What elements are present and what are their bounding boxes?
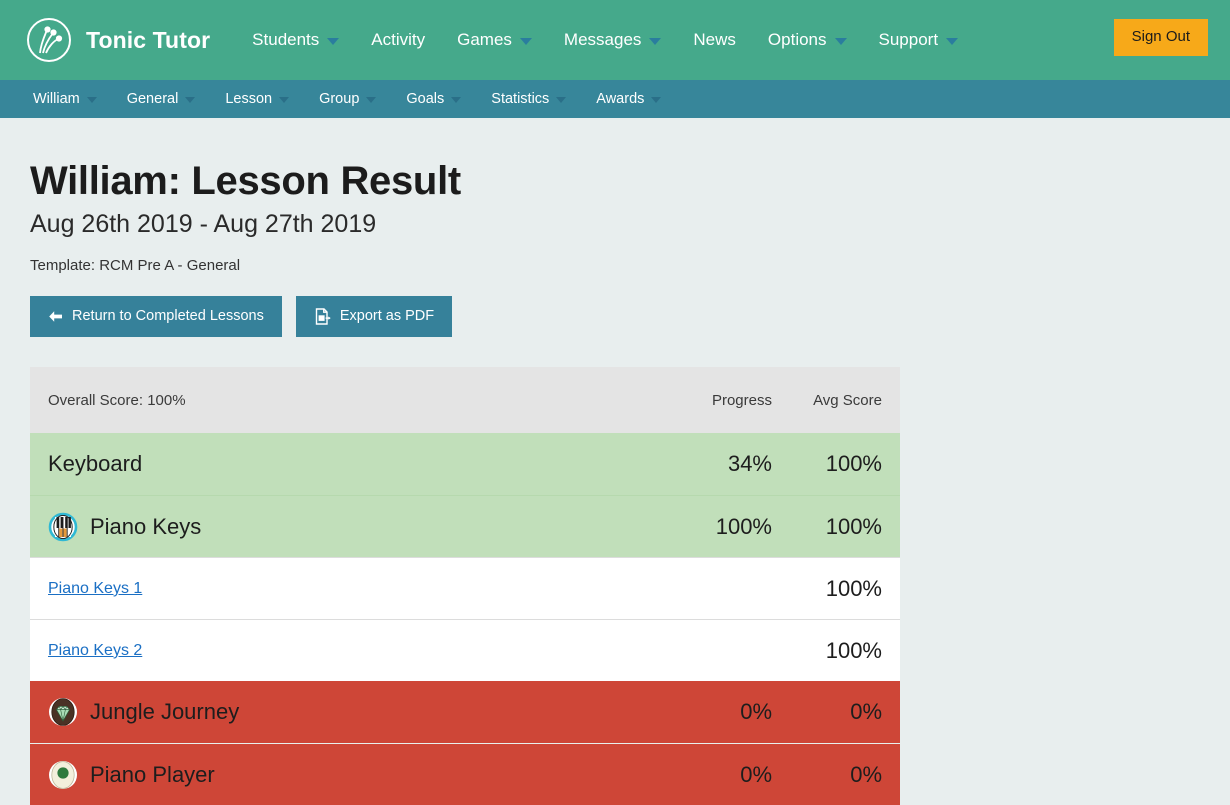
piano-player-game-icon <box>48 760 78 790</box>
sub-navigation-bar: William General Lesson Group Goals Stati… <box>0 80 1230 118</box>
table-row: Piano Player 0% 0% <box>30 743 900 805</box>
subnav-item-goals[interactable]: Goals <box>391 80 476 118</box>
nav-item-news[interactable]: News <box>677 0 752 80</box>
row-name: Piano Keys 1 <box>30 580 680 598</box>
column-header-avg-score: Avg Score <box>813 391 882 409</box>
nav-item-label: Students <box>252 30 320 49</box>
lesson-date-range: Aug 26th 2019 - Aug 27th 2019 <box>30 210 377 239</box>
row-avg-score: 100% <box>825 575 882 601</box>
return-to-completed-lessons-button[interactable]: Return to Completed Lessons <box>30 296 282 338</box>
top-navigation-bar: Tonic Tutor Students Activity Games Mess… <box>0 0 1230 80</box>
action-button-row: Return to Completed Lessons Export as PD… <box>30 296 1200 338</box>
file-export-icon <box>314 308 331 325</box>
row-progress: 100% <box>715 513 772 539</box>
nav-item-games[interactable]: Games <box>441 0 548 80</box>
chevron-down-icon <box>279 97 290 103</box>
column-header-progress: Progress <box>711 391 772 409</box>
subnav-item-label: Group <box>319 91 360 107</box>
chevron-down-icon <box>185 97 196 103</box>
subnav-item-label: Lesson <box>225 91 273 107</box>
subnav-item-general[interactable]: General <box>112 80 211 118</box>
chevron-down-icon <box>649 38 662 45</box>
nav-item-label: Games <box>457 30 512 49</box>
subnav-item-label: Goals <box>406 91 445 107</box>
results-table-header-row: Overall Score: 100% Progress Avg Score <box>30 367 900 434</box>
subnav-item-label: Awards <box>596 91 645 107</box>
export-as-pdf-button[interactable]: Export as PDF <box>295 296 453 338</box>
row-progress: 34% <box>727 451 772 477</box>
row-avg-score: 0% <box>850 699 882 725</box>
list-item-link[interactable]: Piano Keys 1 <box>48 580 142 598</box>
subnav-item-lesson[interactable]: Lesson <box>210 80 304 118</box>
nav-item-label: Messages <box>563 30 642 49</box>
piano-keys-game-icon <box>48 512 78 542</box>
chevron-down-icon <box>651 97 662 103</box>
nav-item-activity[interactable]: Activity <box>355 0 441 80</box>
lesson-results-table: Overall Score: 100% Progress Avg Score K… <box>30 367 900 805</box>
row-name: Piano Player <box>30 760 680 790</box>
chevron-down-icon <box>556 97 567 103</box>
nav-item-label: News <box>693 30 736 49</box>
subnav-item-label: General <box>126 91 179 107</box>
brand-name: Tonic Tutor <box>86 26 211 53</box>
sign-out-button[interactable]: Sign Out <box>1113 19 1208 56</box>
row-name: Jungle Journey <box>30 697 680 727</box>
row-label: Piano Keys <box>90 513 202 539</box>
nav-item-label: Support <box>878 30 939 49</box>
row-progress: 0% <box>740 699 772 725</box>
row-avg-score: 100% <box>825 637 882 663</box>
jungle-journey-game-icon <box>48 697 78 727</box>
chevron-down-icon <box>519 38 532 45</box>
subnav-item-william[interactable]: William <box>18 80 112 118</box>
chevron-down-icon <box>366 97 377 103</box>
row-label: Piano Player <box>90 761 215 787</box>
row-name: Keyboard <box>30 451 680 477</box>
overall-score-title: Overall Score: 100% <box>48 391 186 409</box>
nav-item-support[interactable]: Support <box>863 0 975 80</box>
nav-item-students[interactable]: Students <box>236 0 355 80</box>
row-name: Piano Keys <box>30 512 680 542</box>
brand-home-link[interactable]: Tonic Tutor <box>26 17 210 63</box>
list-item-link[interactable]: Piano Keys 2 <box>48 642 142 660</box>
row-label: Jungle Journey <box>90 699 240 725</box>
chevron-down-icon <box>834 38 847 45</box>
table-row: Piano Keys 100% 100% <box>30 495 900 558</box>
nav-item-messages[interactable]: Messages <box>548 0 677 80</box>
table-row: Piano Keys 1 100% <box>30 557 900 620</box>
chevron-down-icon <box>86 97 97 103</box>
chevron-down-icon <box>946 38 959 45</box>
lesson-template-label: Template: RCM Pre A - General <box>30 257 241 275</box>
tonic-tutor-logo-icon <box>26 17 72 63</box>
row-name: Piano Keys 2 <box>30 642 680 660</box>
return-button-label: Return to Completed Lessons <box>72 308 264 325</box>
nav-item-label: Options <box>767 30 827 49</box>
table-row: Keyboard 34% 100% <box>30 433 900 496</box>
export-button-label: Export as PDF <box>339 308 435 325</box>
table-row: Piano Keys 2 100% <box>30 619 900 682</box>
arrow-left-icon <box>48 310 63 323</box>
chevron-down-icon <box>327 38 340 45</box>
subnav-item-awards[interactable]: Awards <box>581 80 676 118</box>
row-label: Keyboard <box>48 451 143 477</box>
table-row: Jungle Journey 0% 0% <box>30 681 900 744</box>
nav-item-label: Activity <box>371 30 426 49</box>
row-avg-score: 100% <box>825 513 882 539</box>
row-avg-score: 0% <box>850 761 882 787</box>
chevron-down-icon <box>451 97 462 103</box>
subnav-item-group[interactable]: Group <box>304 80 391 118</box>
top-nav-links: Students Activity Games Messages News Op… <box>236 0 974 80</box>
row-progress: 0% <box>740 761 772 787</box>
page-title: William: Lesson Result <box>30 159 461 203</box>
row-avg-score: 100% <box>825 451 882 477</box>
subnav-item-statistics[interactable]: Statistics <box>476 80 581 118</box>
subnav-item-label: Statistics <box>491 91 550 107</box>
subnav-item-label: William <box>33 91 80 107</box>
nav-item-options[interactable]: Options <box>752 0 863 80</box>
page-content: William: Lesson Result Aug 26th 2019 - A… <box>0 118 1230 805</box>
